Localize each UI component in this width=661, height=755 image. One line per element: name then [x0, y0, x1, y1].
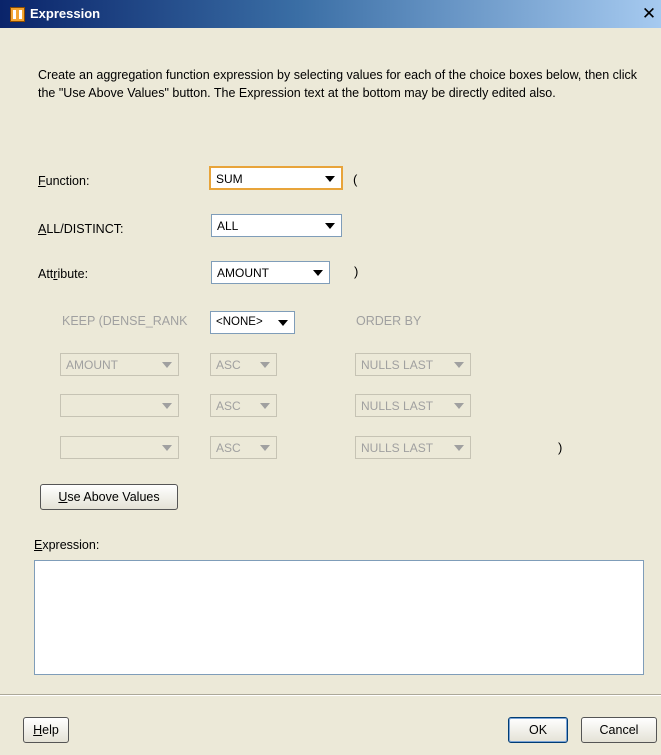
- chevron-down-icon: [162, 403, 172, 409]
- order-column-select-1[interactable]: AMOUNT: [60, 353, 179, 376]
- help-button[interactable]: Help: [23, 717, 69, 743]
- function-select-value: SUM: [216, 172, 243, 186]
- order-direction-select-2[interactable]: ASC: [210, 394, 277, 417]
- chevron-down-icon: [260, 445, 270, 451]
- order-column-select-2[interactable]: [60, 394, 179, 417]
- chevron-down-icon: [325, 223, 335, 229]
- chevron-down-icon: [325, 176, 335, 182]
- attribute-label: Attribute:: [38, 267, 89, 281]
- order-nulls-value-2: NULLS LAST: [361, 399, 434, 413]
- attribute-select[interactable]: AMOUNT: [211, 261, 330, 284]
- chevron-down-icon: [454, 445, 464, 451]
- chevron-down-icon: [260, 403, 270, 409]
- cancel-button[interactable]: Cancel: [581, 717, 657, 743]
- order-column-select-3[interactable]: [60, 436, 179, 459]
- oracle-warehouse-icon: [10, 7, 25, 22]
- order-direction-value-3: ASC: [216, 441, 241, 455]
- order-direction-select-1[interactable]: ASC: [210, 353, 277, 376]
- keep-dense-rank-value: <NONE>: [216, 316, 263, 328]
- expression-dialog: Expression ✕ Create an aggregation funct…: [0, 0, 661, 755]
- attribute-close-paren: ): [354, 264, 359, 279]
- keep-dense-rank-select[interactable]: <NONE>: [210, 311, 295, 334]
- chevron-down-icon: [313, 270, 323, 276]
- chevron-down-icon: [278, 320, 288, 326]
- ok-button[interactable]: OK: [508, 717, 568, 743]
- use-above-values-button[interactable]: Use Above Values: [40, 484, 178, 510]
- window-title: Expression: [30, 6, 101, 21]
- chevron-down-icon: [260, 362, 270, 368]
- function-select[interactable]: SUM: [209, 166, 343, 190]
- all-distinct-label: ALL/DISTINCT:: [38, 222, 124, 236]
- chevron-down-icon: [454, 403, 464, 409]
- order-nulls-select-2[interactable]: NULLS LAST: [355, 394, 471, 417]
- order-direction-select-3[interactable]: ASC: [210, 436, 277, 459]
- function-label: Function:: [38, 174, 90, 188]
- order-direction-value-1: ASC: [216, 358, 241, 372]
- keep-dense-rank-label: KEEP (DENSE_RANK: [62, 314, 188, 328]
- chevron-down-icon: [454, 362, 464, 368]
- all-distinct-select-value: ALL: [217, 219, 239, 233]
- order-by-label: ORDER BY: [356, 314, 422, 328]
- instructions-text: Create an aggregation function expressio…: [38, 68, 637, 100]
- order-column-value-1: AMOUNT: [66, 358, 118, 372]
- chevron-down-icon: [162, 445, 172, 451]
- close-icon[interactable]: ✕: [641, 6, 657, 23]
- order-nulls-value-1: NULLS LAST: [361, 358, 434, 372]
- all-distinct-select[interactable]: ALL: [211, 214, 342, 237]
- expression-textarea[interactable]: [34, 560, 644, 675]
- order-nulls-value-3: NULLS LAST: [361, 441, 434, 455]
- expression-label: Expression:: [34, 538, 100, 552]
- order-direction-value-2: ASC: [216, 399, 241, 413]
- order-nulls-select-3[interactable]: NULLS LAST: [355, 436, 471, 459]
- title-bar[interactable]: Expression ✕: [0, 0, 661, 28]
- order-close-paren: ): [558, 440, 563, 455]
- footer-divider: [0, 694, 661, 696]
- order-nulls-select-1[interactable]: NULLS LAST: [355, 353, 471, 376]
- attribute-select-value: AMOUNT: [217, 266, 269, 280]
- chevron-down-icon: [162, 362, 172, 368]
- function-open-paren: (: [353, 172, 358, 187]
